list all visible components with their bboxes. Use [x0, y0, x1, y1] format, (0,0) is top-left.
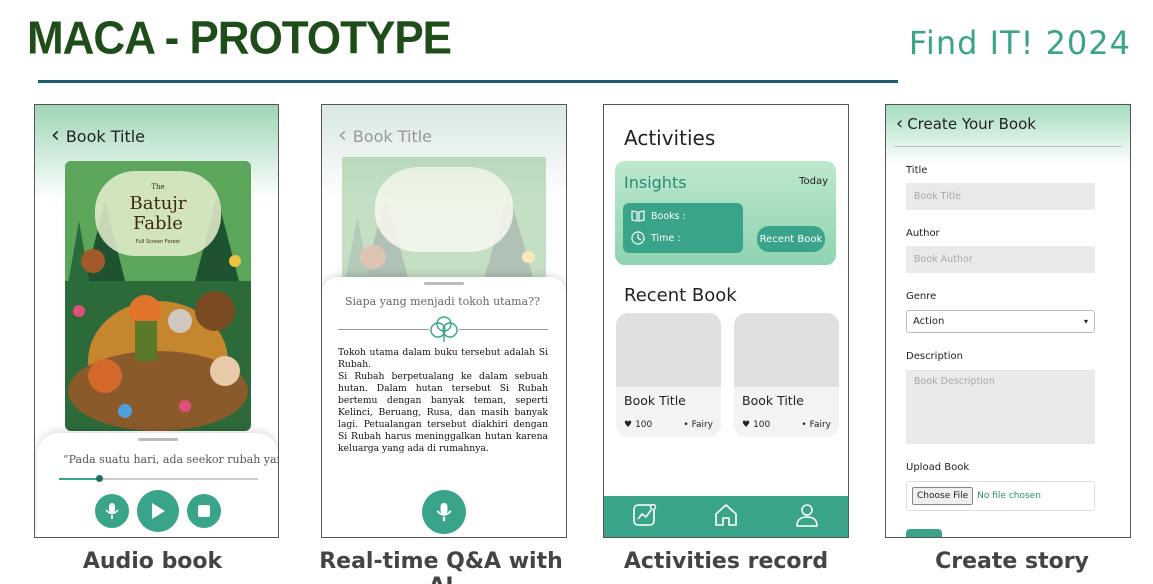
likes-stat: ♥ 100: [742, 420, 770, 430]
question-text: Siapa yang menjadi tokoh utama??: [345, 295, 540, 308]
progress-fill: [59, 478, 99, 480]
microphone-icon: [104, 503, 119, 519]
author-label: Author: [906, 228, 940, 239]
book-title-label: Book Title: [65, 126, 146, 146]
create-book-title: Create Your Book: [907, 115, 1036, 133]
cover-line3: Fable: [133, 213, 183, 234]
clock-icon: [631, 231, 645, 245]
book-thumbnail: [616, 313, 721, 387]
insights-stats: Books : Time :: [623, 203, 743, 253]
nav-home[interactable]: [713, 502, 739, 532]
file-status: No file chosen: [977, 491, 1041, 501]
profile-icon: [796, 503, 819, 527]
genre-value: Action: [913, 316, 945, 327]
recent-book-title: Recent Book: [624, 285, 737, 306]
activities-title: Activities: [624, 126, 716, 150]
book-title-label: Book Title: [352, 126, 433, 146]
book-cover: The Batujr Fable Full Screen Forest: [65, 161, 251, 431]
book-icon: [631, 210, 645, 222]
bottom-nav: [604, 496, 848, 537]
description-input[interactable]: Book Description: [906, 370, 1095, 444]
title-label: Title: [906, 165, 928, 176]
chevron-left-icon: ‹: [896, 113, 904, 134]
heart-icon: ♥: [742, 420, 751, 430]
qa-screen: ‹ Book Title Siapa yang menjadi tokoh ut…: [321, 104, 567, 538]
genre-select[interactable]: Action ▾: [906, 310, 1095, 333]
title-rule: [38, 80, 898, 83]
caption-audio-book: Audio book: [82, 549, 223, 574]
answer-line-1: Tokoh utama dalam buku tersebut adalah S…: [338, 347, 548, 370]
cover-line2: Batujr: [130, 193, 187, 214]
microphone-button[interactable]: [422, 490, 466, 534]
time-label: Time :: [651, 232, 681, 244]
chevron-left-icon: ‹: [338, 123, 347, 148]
cover-line1: The: [151, 183, 164, 191]
player-controls: [37, 490, 278, 532]
likes-count: 100: [753, 420, 771, 430]
microphone-button[interactable]: [94, 494, 129, 528]
caption-activities: Activities record: [623, 549, 829, 574]
books-stat: Books :: [631, 210, 686, 222]
audio-book-screen: ‹ Book Title The Batujr Fable Full Scree…: [34, 104, 279, 538]
insights-title: Insights: [624, 173, 687, 192]
genre-label: Fairy: [691, 420, 713, 430]
genre-label: Genre: [906, 291, 937, 302]
likes-stat: ♥ 100: [624, 420, 652, 430]
book-card[interactable]: Book Title ♥ 100 • Fairy: [616, 313, 721, 437]
logo-icon: [429, 315, 459, 343]
qa-sheet: Siapa yang menjadi tokoh utama?? Tokoh u…: [322, 277, 566, 537]
time-stat: Time :: [631, 231, 680, 245]
nav-profile[interactable]: [794, 502, 820, 532]
choose-file-button[interactable]: Choose File: [912, 487, 974, 505]
home-icon: [715, 503, 737, 526]
player-sheet: “Pada suatu hari, ada seekor rubah yang: [37, 433, 278, 537]
book-thumbnail: [734, 313, 839, 387]
recent-book-button[interactable]: Recent Book: [757, 226, 825, 252]
story-excerpt: “Pada suatu hari, ada seekor rubah yang: [63, 453, 279, 466]
insights-period[interactable]: Today: [799, 176, 828, 187]
caption-create-story: Create story: [935, 549, 1089, 574]
create-book-screen: ‹ Create Your Book Title Book Title Auth…: [885, 104, 1131, 538]
back-button[interactable]: ‹ Book Title: [338, 125, 432, 147]
answer-text: Tokoh utama dalam buku tersebut adalah S…: [338, 347, 548, 455]
play-button[interactable]: [136, 490, 179, 532]
book-card-title: Book Title: [624, 393, 686, 408]
books-label: Books :: [651, 210, 686, 222]
file-upload: Choose File No file chosen: [906, 481, 1095, 511]
author-input[interactable]: Book Author: [906, 246, 1095, 273]
genre-tag: • Fairy: [801, 420, 831, 430]
sheet-handle[interactable]: [137, 438, 178, 441]
microphone-icon: [436, 502, 452, 522]
likes-count: 100: [635, 420, 653, 430]
progress-bar[interactable]: [59, 475, 258, 482]
chevron-down-icon: ▾: [1083, 317, 1088, 326]
nav-insights[interactable]: [632, 502, 658, 532]
stop-icon: [197, 505, 210, 517]
insights-card: Insights Today Books : Time : Recent Boo…: [615, 161, 836, 265]
book-card-title: Book Title: [742, 393, 804, 408]
upload-label: Upload Book: [906, 462, 970, 473]
heart-icon: ♥: [624, 420, 633, 430]
stop-button[interactable]: [186, 494, 221, 528]
back-button[interactable]: ‹ Create Your Book: [896, 113, 1036, 134]
genre-tag: • Fairy: [683, 420, 713, 430]
activities-screen: Activities Insights Today Books : Time :…: [603, 104, 849, 538]
genre-label: Fairy: [809, 420, 831, 430]
title-input[interactable]: Book Title: [906, 183, 1095, 210]
divider: [894, 146, 1122, 147]
description-label: Description: [906, 351, 963, 362]
play-icon: [151, 503, 165, 519]
answer-line-2: Si Rubah berpetualang ke dalam sebuah hu…: [338, 371, 548, 454]
submit-button[interactable]: [906, 529, 942, 537]
page-title: MACA - PROTOTYPE: [27, 12, 452, 65]
back-button[interactable]: ‹ Book Title: [51, 125, 145, 147]
insights-chart-icon: [632, 503, 656, 526]
cover-subtitle: Full Screen Forest: [136, 239, 180, 245]
book-card[interactable]: Book Title ♥ 100 • Fairy: [734, 313, 839, 437]
caption-qa: Real-time Q&A with AI: [319, 549, 563, 584]
progress-knob[interactable]: [95, 475, 103, 482]
chevron-left-icon: ‹: [51, 123, 60, 148]
sheet-handle[interactable]: [424, 282, 464, 285]
event-title: Find IT! 2024: [908, 24, 1131, 62]
